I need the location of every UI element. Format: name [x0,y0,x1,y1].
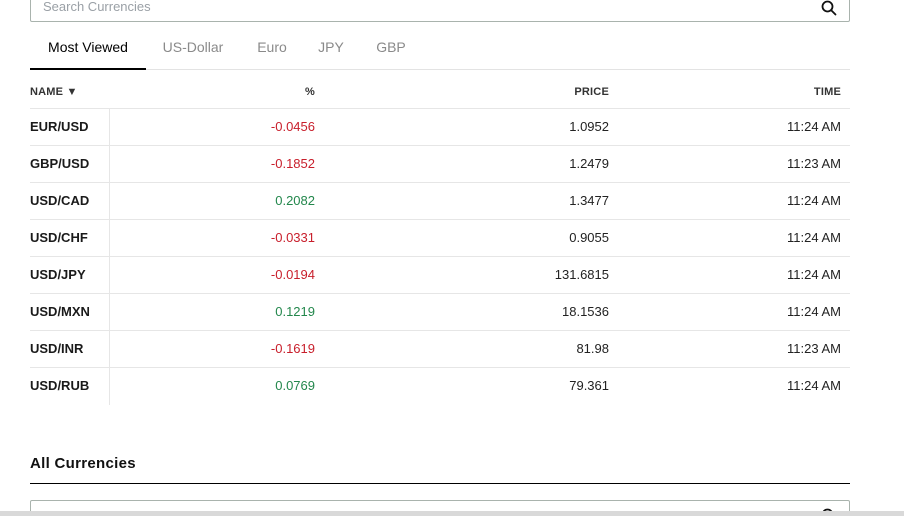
currency-pair-link[interactable]: USD/JPY [30,257,110,294]
price-value: 131.6815 [554,267,609,282]
table-row[interactable]: USD/JPY -0.0194 131.6815 11:24 AM [30,257,850,294]
time-value: 11:24 AM [787,119,841,134]
percent-change: -0.1619 [270,341,315,356]
table-header: NAME ▼ % PRICE TIME [30,72,850,109]
tab-jpy[interactable]: JPY [314,27,348,69]
table-body: EUR/USD -0.0456 1.0952 11:24 AM GBP/USD -0.18… [30,109,850,405]
time-value: 11:23 AM [787,341,841,356]
percent-change: -0.0194 [270,267,315,282]
time-value: 11:23 AM [787,156,841,171]
table-row[interactable]: USD/CHF -0.0331 0.9055 11:24 AM [30,220,850,257]
percent-change: -0.0456 [270,119,315,134]
table-row[interactable]: GBP/USD -0.1852 1.2479 11:23 AM [30,146,850,183]
currency-pair-link[interactable]: GBP/USD [30,146,110,183]
percent-change: 0.0769 [275,378,315,393]
currency-pair-link[interactable]: USD/INR [30,331,110,368]
table-row[interactable]: USD/INR -0.1619 81.98 11:23 AM [30,331,850,368]
time-value: 11:24 AM [787,304,841,319]
time-value: 11:24 AM [787,230,841,245]
name-column-header[interactable]: NAME ▼ [30,86,78,98]
search-icon[interactable] [821,0,837,16]
all-currencies-heading: All Currencies [30,455,850,484]
price-value: 1.3477 [569,193,609,208]
time-value: 11:24 AM [787,378,841,393]
price-value: 79.361 [569,378,609,393]
percent-change: 0.2082 [275,193,315,208]
price-value: 18.1536 [562,304,609,319]
table-row[interactable]: EUR/USD -0.0456 1.0952 11:24 AM [30,109,850,146]
table-row[interactable]: USD/MXN 0.1219 18.1536 11:24 AM [30,294,850,331]
tab-us-dollar[interactable]: US-Dollar [154,27,232,69]
currency-pair-link[interactable]: USD/CHF [30,220,110,257]
currency-table: NAME ▼ % PRICE TIME EUR/USD -0.0456 1.0952… [30,72,850,405]
percent-change: 0.1219 [275,304,315,319]
currency-pair-link[interactable]: USD/CAD [30,183,110,220]
percent-column-header[interactable]: % [305,86,315,98]
tab-euro[interactable]: Euro [252,27,292,69]
price-value: 81.98 [576,341,609,356]
currency-tabs: Most Viewed US-Dollar Euro JPY GBP [30,27,850,70]
tab-gbp[interactable]: GBP [372,27,410,69]
time-value: 11:24 AM [787,267,841,282]
horizontal-scrollbar[interactable] [0,511,904,516]
time-value: 11:24 AM [787,193,841,208]
table-row[interactable]: USD/RUB 0.0769 79.361 11:24 AM [30,368,850,405]
currency-pair-link[interactable]: USD/MXN [30,294,110,331]
percent-change: -0.1852 [270,156,315,171]
percent-change: -0.0331 [270,230,315,245]
time-column-header[interactable]: TIME [814,86,841,98]
price-value: 0.9055 [569,230,609,245]
price-value: 1.0952 [569,119,609,134]
price-column-header[interactable]: PRICE [574,86,609,98]
price-value: 1.2479 [569,156,609,171]
currency-pair-link[interactable]: EUR/USD [30,109,110,146]
table-row[interactable]: USD/CAD 0.2082 1.3477 11:24 AM [30,183,850,220]
search-currencies-input[interactable] [43,0,803,21]
tab-most-viewed[interactable]: Most Viewed [30,27,146,70]
currency-pair-link[interactable]: USD/RUB [30,368,110,405]
search-currencies-box [30,0,850,22]
